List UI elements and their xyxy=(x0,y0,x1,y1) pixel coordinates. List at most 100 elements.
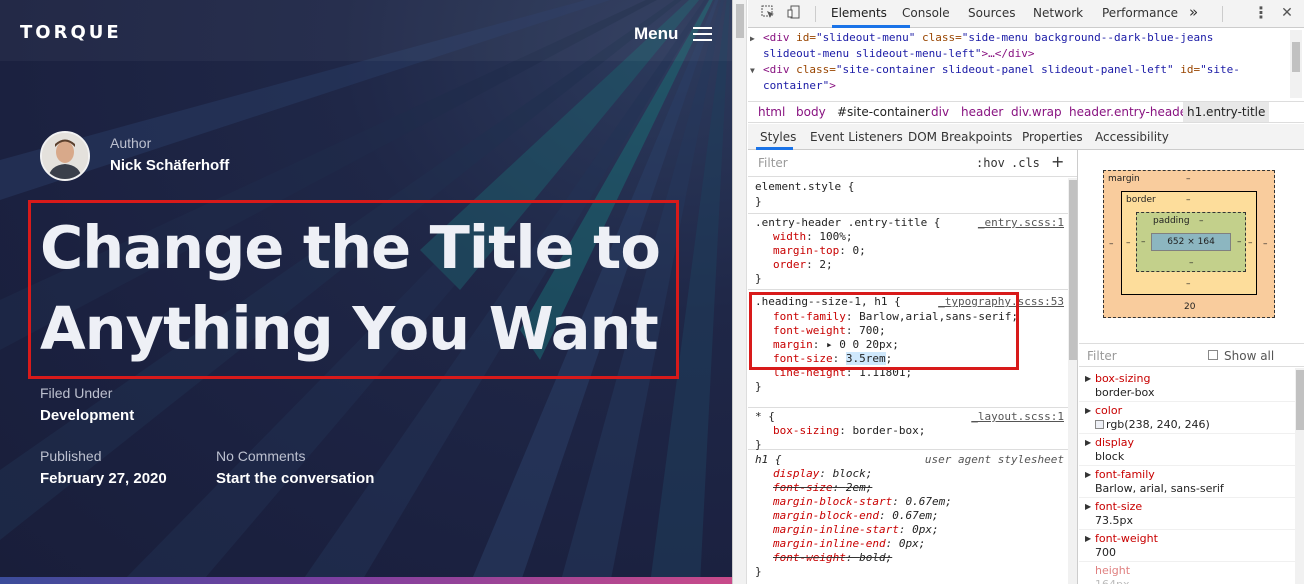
dom-node-site-container[interactable]: ▼ <div class="site-container slideout-pan… xyxy=(750,62,1283,78)
site-logo[interactable]: TORQUE xyxy=(20,22,122,43)
show-all-label[interactable]: Show all xyxy=(1224,349,1274,363)
tab-performance[interactable]: Performance xyxy=(1102,6,1178,20)
border-left-value[interactable]: – xyxy=(1126,238,1131,248)
computed-filter-row: Filter Show all xyxy=(1079,343,1304,367)
filed-under-category[interactable]: Development xyxy=(40,407,134,424)
crumb-div-wrap[interactable]: div.wrap xyxy=(1011,105,1062,119)
rule-source-link[interactable]: _entry.scss:1 xyxy=(978,216,1064,230)
tab-console[interactable]: Console xyxy=(902,6,950,20)
padding-bottom-value[interactable]: – xyxy=(1189,258,1194,268)
rule-element-style[interactable]: element.style { } xyxy=(748,178,1077,214)
computed-font-family[interactable]: ▶ font-family Barlow, arial, sans-serif xyxy=(1079,466,1295,498)
dom-node-slideout-menu[interactable]: ▶ <div id="slideout-menu" class="side-men… xyxy=(750,30,1283,46)
decl-ua-margin-block-end[interactable]: margin-block-end: 0.67em; xyxy=(773,509,939,523)
styles-filter-input[interactable]: Filter xyxy=(758,156,788,170)
box-model-border[interactable]: border – – – – padding – – – – 652 × 164 xyxy=(1121,191,1257,295)
padding-right-value[interactable]: – xyxy=(1237,237,1242,247)
dom-scrollbar[interactable] xyxy=(1290,30,1302,98)
cls-toggle[interactable]: .cls xyxy=(1011,156,1040,170)
tab-network[interactable]: Network xyxy=(1033,6,1083,20)
rule-close: } xyxy=(755,195,762,208)
tab-sources[interactable]: Sources xyxy=(968,6,1015,20)
new-rule-icon[interactable]: + xyxy=(1051,152,1064,171)
subtab-properties[interactable]: Properties xyxy=(1022,130,1083,144)
border-label: border xyxy=(1126,195,1156,205)
computed-font-size[interactable]: ▶ font-size 73.5px xyxy=(1079,498,1295,530)
crumb-site-container[interactable]: #site-container xyxy=(837,105,930,119)
close-icon[interactable]: ✕ xyxy=(1279,5,1295,21)
device-toolbar-icon[interactable] xyxy=(786,5,802,21)
rule-entry-title[interactable]: .entry-header .entry-title { _entry.scss… xyxy=(748,214,1077,290)
box-model-margin[interactable]: margin – – – 20 border – – – – padding –… xyxy=(1103,170,1275,318)
decl-ua-font-weight[interactable]: font-weight: bold; xyxy=(773,551,892,565)
expand-arrow-icon[interactable]: ▶ xyxy=(1085,500,1091,514)
computed-display[interactable]: ▶ display block xyxy=(1079,434,1295,466)
decl-margin-top[interactable]: margin-top: 0; xyxy=(773,244,866,258)
crumb-div[interactable]: div xyxy=(931,105,949,119)
rule-universal[interactable]: * { _layout.scss:1 box-sizing: border-bo… xyxy=(748,408,1077,451)
kebab-menu-icon[interactable]: ⋮ xyxy=(1253,5,1269,21)
margin-left-value[interactable]: – xyxy=(1109,239,1114,249)
tab-elements[interactable]: Elements xyxy=(831,6,887,20)
computed-box-sizing[interactable]: ▶ box-sizing border-box xyxy=(1079,370,1295,402)
toolbar-divider xyxy=(815,6,816,22)
box-model-content[interactable]: 652 × 164 xyxy=(1151,233,1231,251)
decl-ua-display[interactable]: display: block; xyxy=(773,467,872,481)
crumb-header[interactable]: header xyxy=(961,105,1003,119)
inspect-element-icon[interactable] xyxy=(760,5,776,21)
decl-order[interactable]: order: 2; xyxy=(773,258,833,272)
computed-height[interactable]: height 164px xyxy=(1079,562,1295,584)
subtab-dom-breakpoints[interactable]: DOM Breakpoints xyxy=(908,130,1012,144)
color-swatch-icon[interactable] xyxy=(1095,420,1104,429)
crumb-header-entry-header[interactable]: header.entry-header xyxy=(1069,105,1192,119)
subtab-styles[interactable]: Styles xyxy=(760,130,796,144)
author-name[interactable]: Nick Schäferhoff xyxy=(110,157,229,174)
collapse-arrow-icon[interactable]: ▼ xyxy=(750,63,755,79)
margin-bottom-value[interactable]: 20 xyxy=(1184,302,1195,312)
comments-link[interactable]: Start the conversation xyxy=(216,470,374,487)
computed-value: rgb(238, 240, 246) xyxy=(1095,418,1210,432)
crumb-html[interactable]: html xyxy=(758,105,785,119)
menu-button[interactable]: Menu xyxy=(634,24,678,44)
dom-node-slideout-menu-cont: slideout-menu slideout-menu-left">…</div… xyxy=(763,47,1035,60)
hamburger-icon[interactable] xyxy=(693,27,712,41)
margin-right-value[interactable]: – xyxy=(1263,239,1268,249)
padding-left-value[interactable]: – xyxy=(1141,237,1146,247)
rule-user-agent-h1[interactable]: h1 { user agent stylesheet display: bloc… xyxy=(748,451,1077,584)
expand-arrow-icon[interactable]: ▶ xyxy=(1085,372,1091,386)
padding-top-value[interactable]: – xyxy=(1199,216,1204,226)
decl-ua-margin-inline-end[interactable]: margin-inline-end: 0px; xyxy=(773,537,925,551)
expand-arrow-icon[interactable]: ▶ xyxy=(1085,532,1091,546)
box-model-padding[interactable]: padding – – – – 652 × 164 xyxy=(1136,212,1246,272)
crumb-body[interactable]: body xyxy=(796,105,826,119)
border-top-value[interactable]: – xyxy=(1186,195,1191,205)
expand-arrow-icon[interactable]: ▶ xyxy=(750,31,755,47)
margin-top-value[interactable]: – xyxy=(1186,174,1191,184)
computed-scrollbar[interactable] xyxy=(1295,368,1304,584)
expand-arrow-icon[interactable]: ▶ xyxy=(1085,468,1091,482)
rule-source-link[interactable]: _layout.scss:1 xyxy=(971,410,1064,424)
crumb-h1-entry-title[interactable]: h1.entry-title xyxy=(1183,102,1270,122)
styles-scrollbar[interactable] xyxy=(1068,178,1077,584)
computed-font-weight[interactable]: ▶ font-weight 700 xyxy=(1079,530,1295,562)
decl-ua-margin-inline-start[interactable]: margin-inline-start: 0px; xyxy=(773,523,939,537)
border-right-value[interactable]: – xyxy=(1248,238,1253,248)
show-all-checkbox[interactable] xyxy=(1208,350,1218,360)
decl-box-sizing[interactable]: box-sizing: border-box; xyxy=(773,424,925,438)
decl-ua-margin-block-start[interactable]: margin-block-start: 0.67em; xyxy=(773,495,952,509)
expand-arrow-icon[interactable]: ▶ xyxy=(1085,404,1091,418)
hov-toggle[interactable]: :hov xyxy=(976,156,1005,170)
decl-width[interactable]: width: 100%; xyxy=(773,230,853,244)
subtab-accessibility[interactable]: Accessibility xyxy=(1095,130,1169,144)
border-bottom-value[interactable]: – xyxy=(1186,279,1191,289)
computed-value: 73.5px xyxy=(1095,514,1133,527)
subtab-event-listeners[interactable]: Event Listeners xyxy=(810,130,903,144)
expand-arrow-icon[interactable]: ▶ xyxy=(1085,436,1091,450)
computed-value: 164px xyxy=(1095,578,1130,584)
page-scrollbar[interactable] xyxy=(733,0,747,584)
rule-highlight-box xyxy=(749,292,1019,370)
computed-filter-input[interactable]: Filter xyxy=(1087,349,1117,363)
computed-color[interactable]: ▶ color rgb(238, 240, 246) xyxy=(1079,402,1295,434)
more-tabs-icon[interactable]: » xyxy=(1189,3,1198,21)
decl-ua-font-size[interactable]: font-size: 2em; xyxy=(773,481,872,495)
